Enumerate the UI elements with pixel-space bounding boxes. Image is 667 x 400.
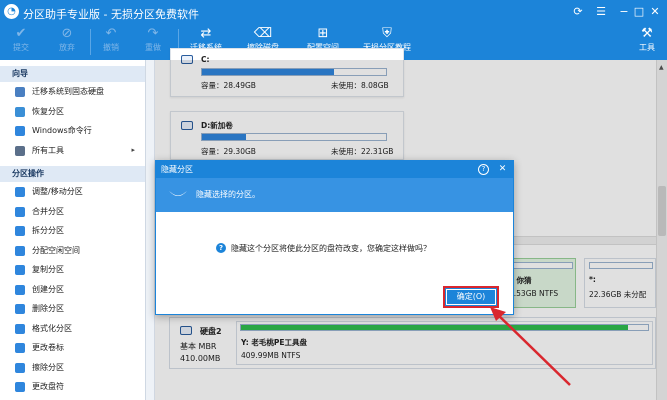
redo-icon: ↷ — [147, 26, 159, 41]
wrench-icon: ⚒ — [641, 26, 653, 41]
migrate-ssd-icon — [15, 87, 25, 97]
ops-section-header: 分区操作 — [0, 166, 145, 182]
resize-icon — [15, 187, 25, 197]
wipe-icon — [15, 362, 25, 373]
check-icon: ✔ — [15, 26, 27, 41]
undo-button[interactable]: ↶ 撤销 — [98, 24, 124, 60]
drive-letter-icon — [15, 382, 25, 392]
banner-text: 隐藏选择的分区。 — [196, 190, 260, 199]
shield-icon: ⛨ — [382, 26, 392, 41]
help-icon[interactable]: ? — [478, 164, 489, 175]
wizard-section-header: 向导 — [0, 66, 145, 82]
commit-button[interactable]: ✔ 提交 — [8, 24, 34, 60]
dialog-title-bar: 隐藏分区 ? ✕ — [156, 161, 513, 178]
label-icon — [15, 343, 25, 353]
split-icon — [15, 226, 25, 236]
allocate-icon: ⊞ — [317, 26, 329, 41]
sidebar-item-copy[interactable]: 复制分区 — [0, 260, 145, 280]
sidebar: 向导 迁移系统到固态硬盘 恢复分区 Windows命令行 所有工具 ▸ 分区操作 … — [0, 60, 146, 400]
pane-splitter[interactable] — [146, 60, 155, 400]
merge-icon — [15, 206, 25, 217]
maximize-button[interactable]: □ — [632, 5, 646, 19]
sidebar-item-format[interactable]: 格式化分区 — [0, 319, 145, 339]
minimize-button[interactable]: − — [617, 5, 631, 19]
redo-button[interactable]: ↷ 重做 — [140, 24, 166, 60]
close-button[interactable]: ✕ — [648, 5, 662, 19]
chevron-right-icon: ▸ — [131, 145, 135, 154]
sidebar-item-create[interactable]: 创建分区 — [0, 280, 145, 300]
tools-button[interactable]: ⚒ 工具 — [634, 24, 660, 60]
sidebar-item-migrate-ssd[interactable]: 迁移系统到固态硬盘 — [0, 82, 145, 102]
menu-icon[interactable]: ☰ — [594, 5, 608, 19]
dialog-title: 隐藏分区 — [161, 165, 193, 174]
sidebar-item-recover-partition[interactable]: 恢复分区 — [0, 102, 145, 122]
restore-icon[interactable]: ⟳ — [571, 5, 585, 19]
sidebar-item-label[interactable]: 更改卷标 — [0, 338, 145, 358]
dialog-close-button[interactable]: ✕ — [496, 163, 509, 176]
title-bar: ◔ 分区助手专业版 - 无损分区免费软件 ⟳ ☰ − □ ✕ — [0, 0, 667, 24]
migrate-icon: ⇄ — [200, 26, 212, 41]
windows-icon — [15, 126, 25, 136]
sidebar-item-drive-letter[interactable]: 更改盘符 — [0, 377, 145, 397]
format-icon — [15, 323, 25, 334]
hide-partition-dialog: 隐藏分区 ? ✕ 隐藏选择的分区。 ? 隐藏这个分区将使此分区的盘符改变，您确定… — [155, 160, 514, 315]
sidebar-item-merge[interactable]: 合并分区 — [0, 202, 145, 222]
tools-grid-icon — [15, 145, 25, 156]
discard-button[interactable]: ⊘ 放弃 — [54, 24, 80, 60]
discard-icon: ⊘ — [61, 26, 73, 41]
sidebar-item-all-tools[interactable]: 所有工具 ▸ — [0, 141, 145, 161]
sidebar-item-resize[interactable]: 调整/移动分区 — [0, 182, 145, 202]
allocate-free-icon — [15, 245, 25, 256]
eraser-icon: ⌫ — [253, 26, 273, 41]
dialog-message: 隐藏这个分区将使此分区的盘符改变，您确定这样做吗？ — [231, 244, 431, 253]
create-icon — [15, 284, 25, 295]
sidebar-item-windows-cmd[interactable]: Windows命令行 — [0, 121, 145, 141]
app-logo-icon: ◔ — [4, 4, 19, 19]
undo-icon: ↶ — [105, 26, 117, 41]
hidden-eye-icon — [169, 191, 187, 196]
sidebar-item-delete[interactable]: 删除分区 — [0, 299, 145, 319]
dialog-banner: 隐藏选择的分区。 — [156, 178, 513, 212]
sidebar-item-allocate[interactable]: 分配空闲空间 — [0, 241, 145, 261]
question-icon: ? — [216, 243, 226, 253]
confirm-ok-button[interactable]: 确定(O) — [443, 286, 499, 308]
window-title: 分区助手专业版 - 无损分区免费软件 — [23, 8, 199, 21]
sidebar-item-wipe[interactable]: 擦除分区 — [0, 358, 145, 378]
recover-icon — [15, 106, 25, 117]
copy-icon — [15, 265, 25, 275]
sidebar-item-split[interactable]: 拆分分区 — [0, 221, 145, 241]
delete-icon — [15, 304, 25, 314]
toolbar-separator — [90, 29, 91, 55]
